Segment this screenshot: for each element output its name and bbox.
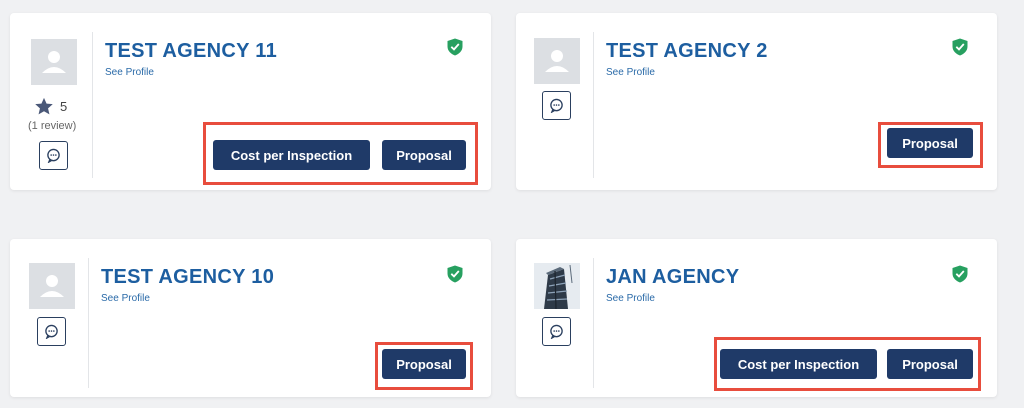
see-profile-link[interactable]: See Profile (105, 67, 154, 78)
proposal-button[interactable]: Proposal (382, 349, 466, 379)
cost-per-inspection-button[interactable]: Cost per Inspection (720, 349, 877, 379)
divider (593, 258, 594, 388)
proposal-button[interactable]: Proposal (382, 140, 466, 170)
shield-check-icon (447, 265, 463, 283)
shield-check-icon (952, 265, 968, 283)
rating-value: 5 (60, 99, 68, 114)
chat-button[interactable] (37, 317, 66, 346)
shield-check-icon (952, 38, 968, 56)
agency-name[interactable]: TEST AGENCY 11 (105, 40, 277, 63)
agency-avatar (534, 38, 580, 84)
agency-avatar (29, 263, 75, 309)
divider (88, 258, 89, 388)
user-placeholder-icon (545, 50, 569, 72)
see-profile-link[interactable]: See Profile (606, 67, 655, 78)
building-photo-icon (534, 263, 580, 309)
chat-bubble-icon (550, 324, 563, 339)
chat-button[interactable] (542, 317, 571, 346)
review-count: (1 review) (28, 120, 77, 132)
shield-check-icon (447, 38, 463, 56)
rating: 5 (34, 97, 67, 116)
see-profile-link[interactable]: See Profile (101, 293, 150, 304)
agency-card: TEST AGENCY 2 See Profile Proposal (516, 13, 997, 190)
divider (593, 32, 594, 178)
agency-name[interactable]: JAN AGENCY (606, 266, 739, 289)
agency-avatar (534, 263, 580, 309)
cost-per-inspection-button[interactable]: Cost per Inspection (213, 140, 370, 170)
agency-avatar (31, 39, 77, 85)
chat-bubble-icon (550, 98, 563, 113)
divider (92, 32, 93, 178)
user-placeholder-icon (40, 275, 64, 297)
chat-bubble-icon (45, 324, 58, 339)
agency-card: 5 (1 review) TEST AGENCY 11 See Profile … (10, 13, 491, 190)
agency-card: TEST AGENCY 10 See Profile Proposal (10, 239, 491, 397)
chat-bubble-icon (47, 148, 60, 163)
chat-button[interactable] (39, 141, 68, 170)
proposal-button[interactable]: Proposal (887, 128, 973, 158)
proposal-button[interactable]: Proposal (887, 349, 973, 379)
chat-button[interactable] (542, 91, 571, 120)
user-placeholder-icon (42, 51, 66, 73)
see-profile-link[interactable]: See Profile (606, 293, 655, 304)
agency-card: JAN AGENCY See Profile Cost per Inspecti… (516, 239, 997, 397)
agency-name[interactable]: TEST AGENCY 2 (606, 40, 768, 63)
agency-name[interactable]: TEST AGENCY 10 (101, 266, 274, 289)
star-icon (35, 97, 53, 115)
